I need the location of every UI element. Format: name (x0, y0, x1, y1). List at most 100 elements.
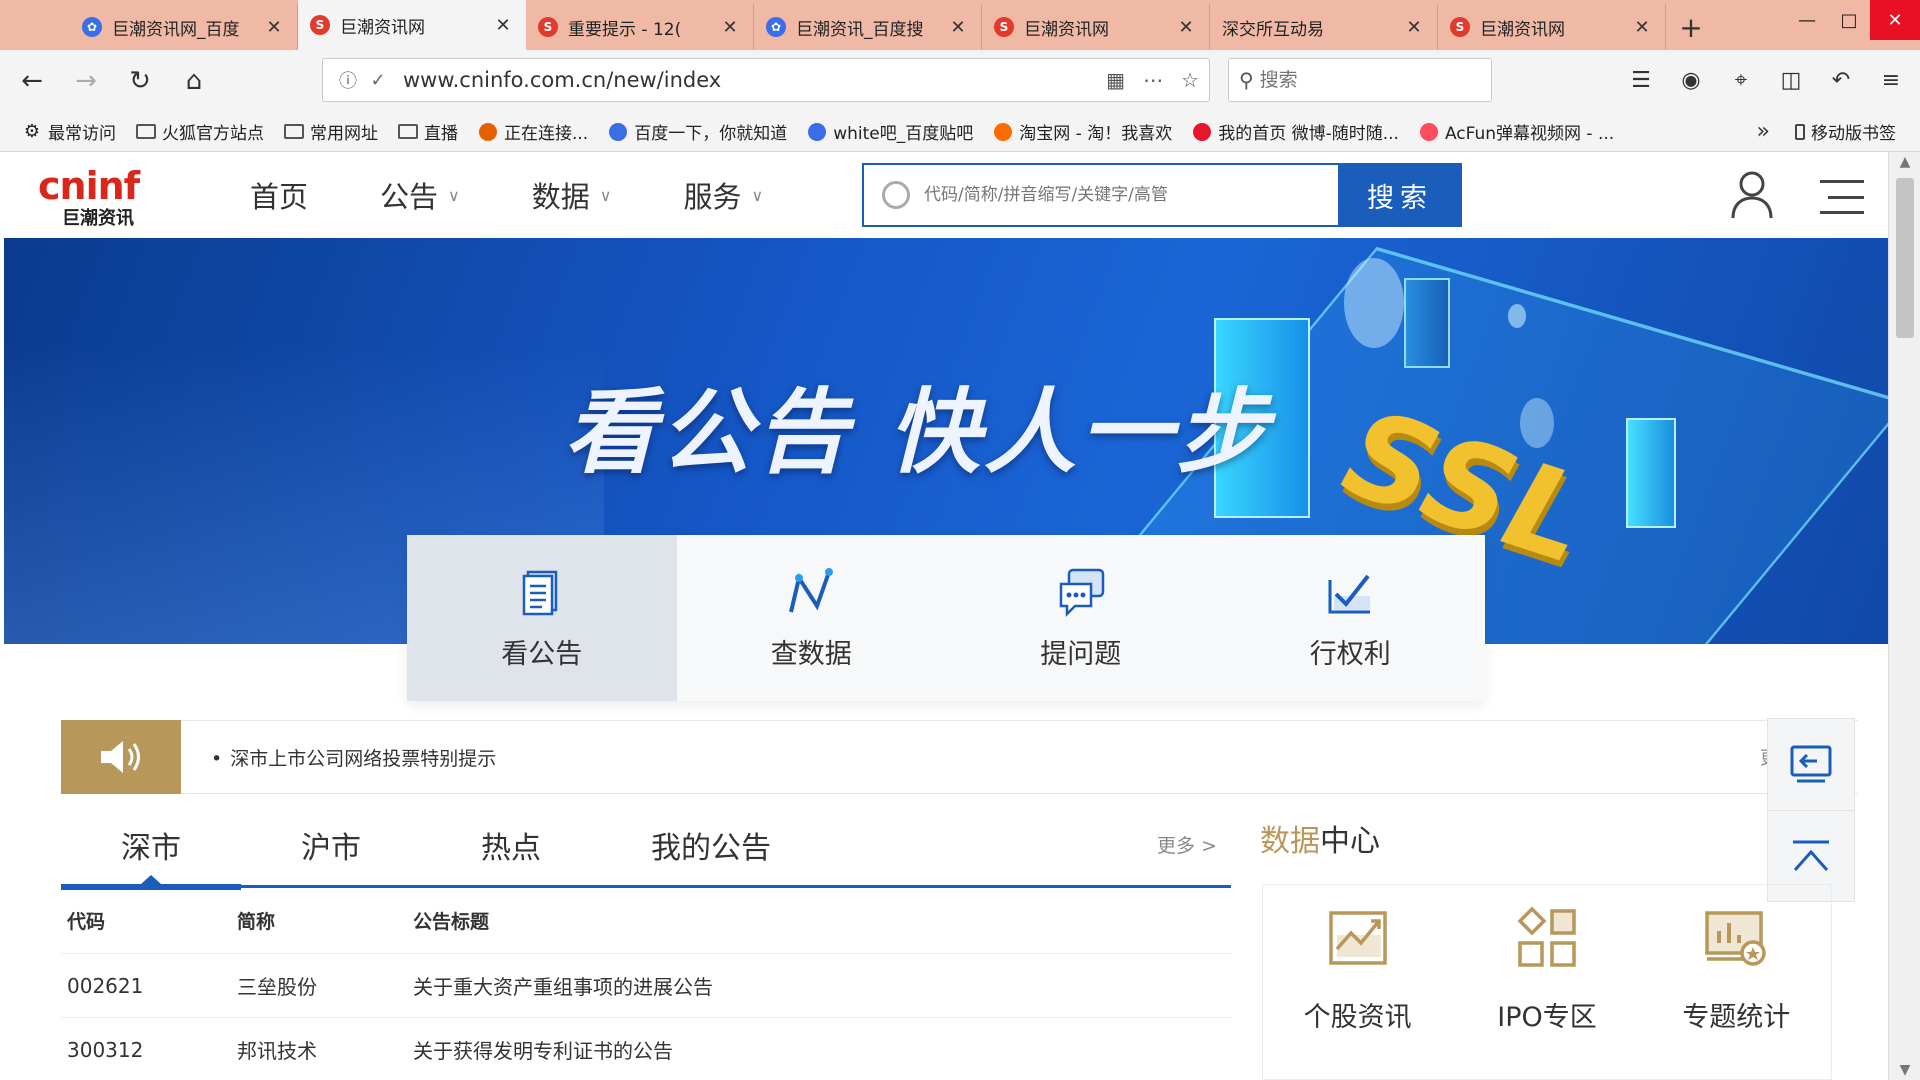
bookmark-item[interactable]: AcFun弹幕视频网 - ... (1419, 119, 1614, 144)
bookmark-item[interactable]: 正在连接... (478, 119, 588, 144)
baidu-favicon-icon: ✿ (766, 17, 786, 37)
close-window-icon[interactable]: ✕ (1870, 0, 1920, 40)
feedback-icon[interactable] (1768, 719, 1854, 811)
home-icon[interactable]: ⌂ (172, 59, 216, 103)
library-icon[interactable]: ☰ (1626, 60, 1656, 100)
nav-item[interactable]: 首页 (250, 174, 308, 216)
nav-item[interactable]: 数据 ∨ (532, 174, 612, 216)
data-center-item[interactable]: 专题统计 (1642, 885, 1831, 1079)
close-tab-icon[interactable]: ✕ (721, 17, 739, 38)
hamburger-menu-icon[interactable]: ≡ (1876, 60, 1906, 100)
quick-link-label: 行权利 (1309, 638, 1391, 670)
announcement-title-link[interactable]: 关于重大资产重组事项的进展公告 (413, 971, 1231, 1000)
browser-tab[interactable]: ✿ 巨潮资讯网_百度 ✕ (70, 4, 298, 50)
site-search-input[interactable] (924, 185, 1338, 205)
search-icon (882, 181, 910, 209)
page-actions-icon[interactable]: ⋯ (1143, 68, 1163, 92)
forward-arrow-icon[interactable]: → (64, 59, 108, 103)
announcement-tab[interactable]: 我的公告 (601, 803, 821, 887)
chevron-down-icon: ∨ (448, 185, 460, 205)
scroll-down-icon[interactable]: ▼ (1889, 1062, 1920, 1078)
screenshot-crop-icon[interactable]: ⌖ (1726, 60, 1756, 100)
bookmark-star-icon[interactable]: ☆ (1181, 68, 1199, 92)
bookmarks-bar: ⚙ 最常访问 火狐官方站点 常用网址 直播 正在连接... 百度一下，你就知道 white吧_… (0, 112, 1920, 152)
close-tab-icon[interactable]: ✕ (1633, 17, 1651, 38)
sidebar-icon[interactable]: ◫ (1776, 60, 1806, 100)
notice-link[interactable]: • 深市上市公司网络投票特别提示 (211, 744, 496, 771)
close-tab-icon[interactable]: ✕ (494, 15, 512, 36)
bookmarks-overflow-icon[interactable]: » (1757, 119, 1770, 144)
quick-link-item[interactable]: 看公告 (407, 535, 677, 701)
table-row[interactable]: 002621 三垒股份 关于重大资产重组事项的进展公告 (61, 954, 1231, 1018)
column-header-name: 简称 (237, 911, 276, 933)
user-icon[interactable] (1730, 170, 1774, 220)
insecure-icon[interactable]: ✓ (363, 70, 393, 91)
announcement-more-link[interactable]: 更多 > (1157, 831, 1217, 858)
scrollbar-thumb[interactable] (1896, 178, 1914, 338)
browser-tab[interactable]: 深交所互动易 ✕ (1210, 4, 1438, 50)
back-arrow-icon[interactable]: ← (10, 59, 54, 103)
browser-tab[interactable]: S 巨潮资讯网 ✕ (298, 0, 526, 50)
new-tab-button[interactable]: + (1666, 4, 1716, 50)
announcement-tab[interactable]: 沪市 (241, 803, 421, 887)
site-search-button[interactable]: 搜索 (1338, 163, 1462, 227)
browser-tab[interactable]: S 巨潮资讯网 ✕ (1438, 4, 1666, 50)
browser-tab-title: 巨潮资讯_百度搜 (796, 19, 924, 40)
mobile-bookmarks[interactable]: 移动版书签 (1795, 119, 1896, 144)
close-tab-icon[interactable]: ✕ (265, 17, 283, 38)
cninfo-favicon-icon: S (1450, 17, 1470, 37)
data-center-title: 数据中心 (1260, 816, 1380, 860)
qr-code-icon[interactable]: ▦ (1106, 68, 1125, 92)
bookmark-item[interactable]: 我的首页 微博-随时随... (1192, 119, 1399, 144)
cninfo-favicon-icon: S (310, 15, 330, 35)
site-menu-icon[interactable] (1820, 180, 1864, 214)
browser-search-bar[interactable]: ⚲ (1228, 58, 1503, 102)
site-search-box[interactable] (862, 163, 1338, 227)
stock-code-cell: 300312 (67, 1037, 144, 1062)
browser-tab[interactable]: S 巨潮资讯网 ✕ (982, 4, 1210, 50)
bookmark-item[interactable]: white吧_百度贴吧 (807, 119, 973, 144)
bookmark-item[interactable]: 百度一下，你就知道 (608, 119, 787, 144)
info-icon[interactable]: ⓘ (333, 67, 363, 93)
bookmark-item[interactable]: 常用网址 (284, 119, 378, 144)
announcement-tab[interactable]: 深市 (61, 803, 241, 890)
bookmark-label: 最常访问 (48, 124, 116, 144)
scroll-up-icon[interactable]: ▲ (1889, 154, 1920, 170)
quick-link-item[interactable]: 行权利 (1215, 535, 1485, 701)
announcement-title-link[interactable]: 关于获得发明专利证书的公告 (413, 1035, 1231, 1064)
column-header-title: 公告标题 (413, 911, 490, 933)
chat-bubble-icon[interactable]: ◉ (1676, 60, 1706, 100)
stats-badge-icon (1703, 905, 1769, 971)
main-navigation: 首页 公告 ∨ 数据 ∨ 服务 ∨ (250, 174, 763, 216)
nav-item[interactable]: 公告 ∨ (380, 174, 460, 216)
announcement-tab[interactable]: 热点 (421, 803, 601, 887)
table-row[interactable]: 300312 邦讯技术 关于获得发明专利证书的公告 (61, 1018, 1231, 1080)
browser-tab[interactable]: ✿ 巨潮资讯_百度搜 ✕ (754, 4, 982, 50)
bookmark-item[interactable]: 直播 (398, 119, 458, 144)
bookmark-item[interactable]: 淘宝网 - 淘！我喜欢 (993, 119, 1172, 144)
nav-item[interactable]: 服务 ∨ (683, 174, 763, 216)
quick-link-item[interactable]: 查数据 (676, 535, 946, 701)
url-bar[interactable]: ⓘ ✓ www.cninfo.com.cn/new/index ▦ ⋯ ☆ (322, 58, 1210, 102)
quick-link-item[interactable]: 提问题 (946, 535, 1216, 701)
page-scrollbar[interactable]: ▲ ▼ (1888, 152, 1920, 1080)
reload-icon[interactable]: ↻ (118, 59, 162, 103)
browser-tab[interactable]: S 重要提示 - 12(✕ (526, 4, 754, 50)
minimize-icon[interactable]: — (1786, 0, 1828, 40)
close-tab-icon[interactable]: ✕ (1177, 17, 1195, 38)
browser-search-input[interactable] (1259, 69, 1503, 91)
data-center-item[interactable]: IPO专区 (1452, 885, 1641, 1079)
browser-tab-bar: ✿ 巨潮资讯网_百度 ✕ S 巨潮资讯网 ✕ S 重要提示 - 12(✕ ✿ 巨潮资讯_百度搜 ✕ S… (0, 0, 1920, 50)
close-tab-icon[interactable]: ✕ (1405, 17, 1423, 38)
close-tab-icon[interactable]: ✕ (949, 17, 967, 38)
maximize-icon[interactable]: □ (1828, 0, 1870, 40)
bookmark-item[interactable]: 火狐官方站点 (136, 119, 264, 144)
data-center-title-highlight: 数据 (1260, 824, 1320, 859)
weibo-icon (1192, 122, 1212, 141)
chevron-down-icon: ∨ (599, 185, 612, 205)
cninfo-logo[interactable]: cninf 巨潮资讯 (38, 164, 188, 229)
data-center-item[interactable]: 个股资讯 (1263, 885, 1452, 1079)
undo-icon[interactable]: ↶ (1826, 60, 1856, 100)
bookmark-item[interactable]: ⚙ 最常访问 (22, 119, 116, 144)
url-text[interactable]: www.cninfo.com.cn/new/index (403, 68, 1106, 92)
